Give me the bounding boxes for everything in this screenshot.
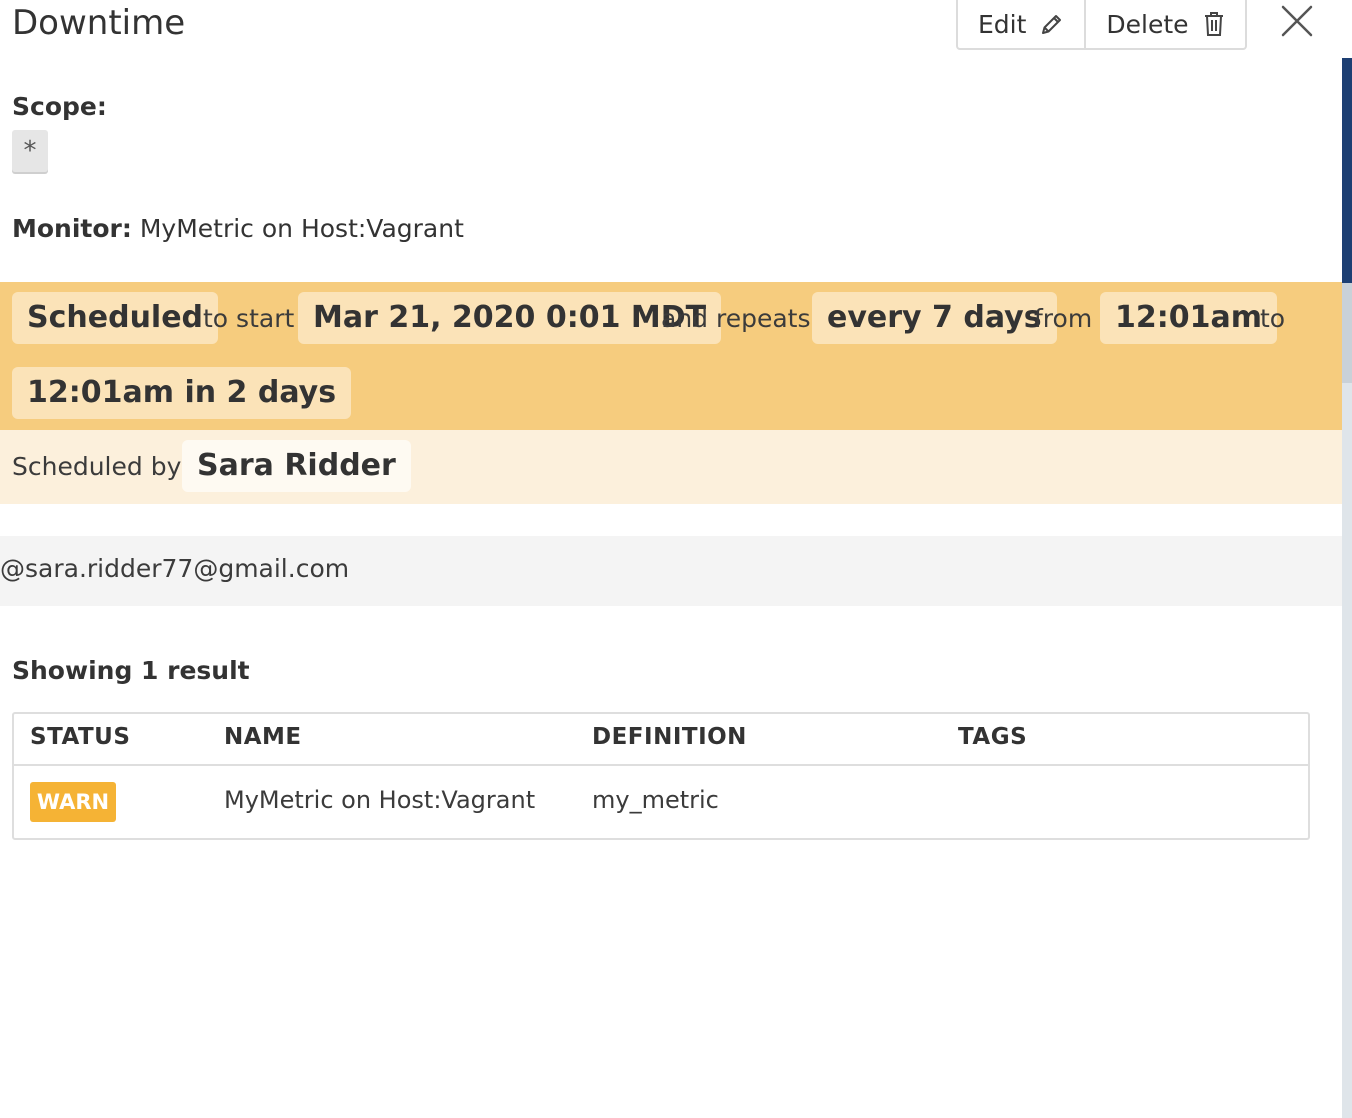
from-text: from	[1034, 304, 1093, 333]
background-page-edge	[1342, 0, 1352, 1118]
repeats-text: and repeats	[661, 304, 811, 333]
from-time-pill: 12:01am	[1100, 292, 1277, 344]
page-title: Downtime	[12, 3, 186, 43]
start-date-pill: Mar 21, 2020 0:01 MDT	[298, 292, 722, 344]
column-header-name[interactable]: NAME	[224, 724, 302, 750]
delete-button[interactable]: Delete	[1084, 0, 1244, 48]
delete-button-label: Delete	[1106, 9, 1189, 39]
scope-tag: *	[12, 130, 48, 172]
schedule-banner: Scheduled to start Mar 21, 2020 0:01 MDT…	[0, 282, 1342, 430]
table-header: STATUS NAME DEFINITION TAGS	[14, 714, 1308, 766]
results-summary: Showing 1 result	[12, 656, 250, 685]
edit-button-label: Edit	[978, 9, 1027, 39]
action-button-group: Edit Delete	[956, 0, 1247, 50]
scope-label: Scope:	[12, 92, 107, 121]
pencil-icon	[1040, 12, 1064, 36]
to-time-pill: 12:01am in 2 days	[12, 367, 352, 419]
table-row[interactable]: WARN MyMetric on Host:Vagrant my_metric	[14, 766, 1308, 836]
close-icon[interactable]	[1280, 4, 1314, 38]
message-text: @sara.ridder77@gmail.com	[0, 554, 350, 583]
scheduled-by-user: Sara Ridder	[182, 440, 411, 492]
column-header-tags[interactable]: TAGS	[958, 724, 1027, 750]
column-header-status[interactable]: STATUS	[30, 724, 130, 750]
downtime-panel: Downtime Edit Delete Scope: * Monitor: M…	[0, 0, 1342, 1118]
column-header-definition[interactable]: DEFINITION	[592, 724, 747, 750]
repeat-interval-pill: every 7 days	[812, 292, 1057, 344]
message-box: @sara.ridder77@gmail.com	[0, 536, 1342, 606]
results-table: STATUS NAME DEFINITION TAGS WARN MyMetri…	[12, 712, 1310, 840]
scheduled-by-banner: Scheduled by Sara Ridder	[0, 430, 1342, 504]
edit-button[interactable]: Edit	[958, 0, 1084, 48]
scheduled-by-label: Scheduled by	[12, 452, 182, 481]
to-text: to	[1260, 304, 1286, 333]
status-badge: Scheduled	[12, 292, 219, 344]
monitor-value: MyMetric on Host:Vagrant	[139, 214, 464, 243]
monitor-label: Monitor:	[12, 214, 132, 243]
monitor-line: Monitor: MyMetric on Host:Vagrant	[12, 214, 464, 243]
status-badge-warn: WARN	[30, 782, 116, 822]
row-name[interactable]: MyMetric on Host:Vagrant	[224, 786, 535, 814]
to-start-text: to start	[203, 304, 295, 333]
row-definition: my_metric	[592, 786, 719, 814]
trash-icon	[1203, 11, 1225, 37]
